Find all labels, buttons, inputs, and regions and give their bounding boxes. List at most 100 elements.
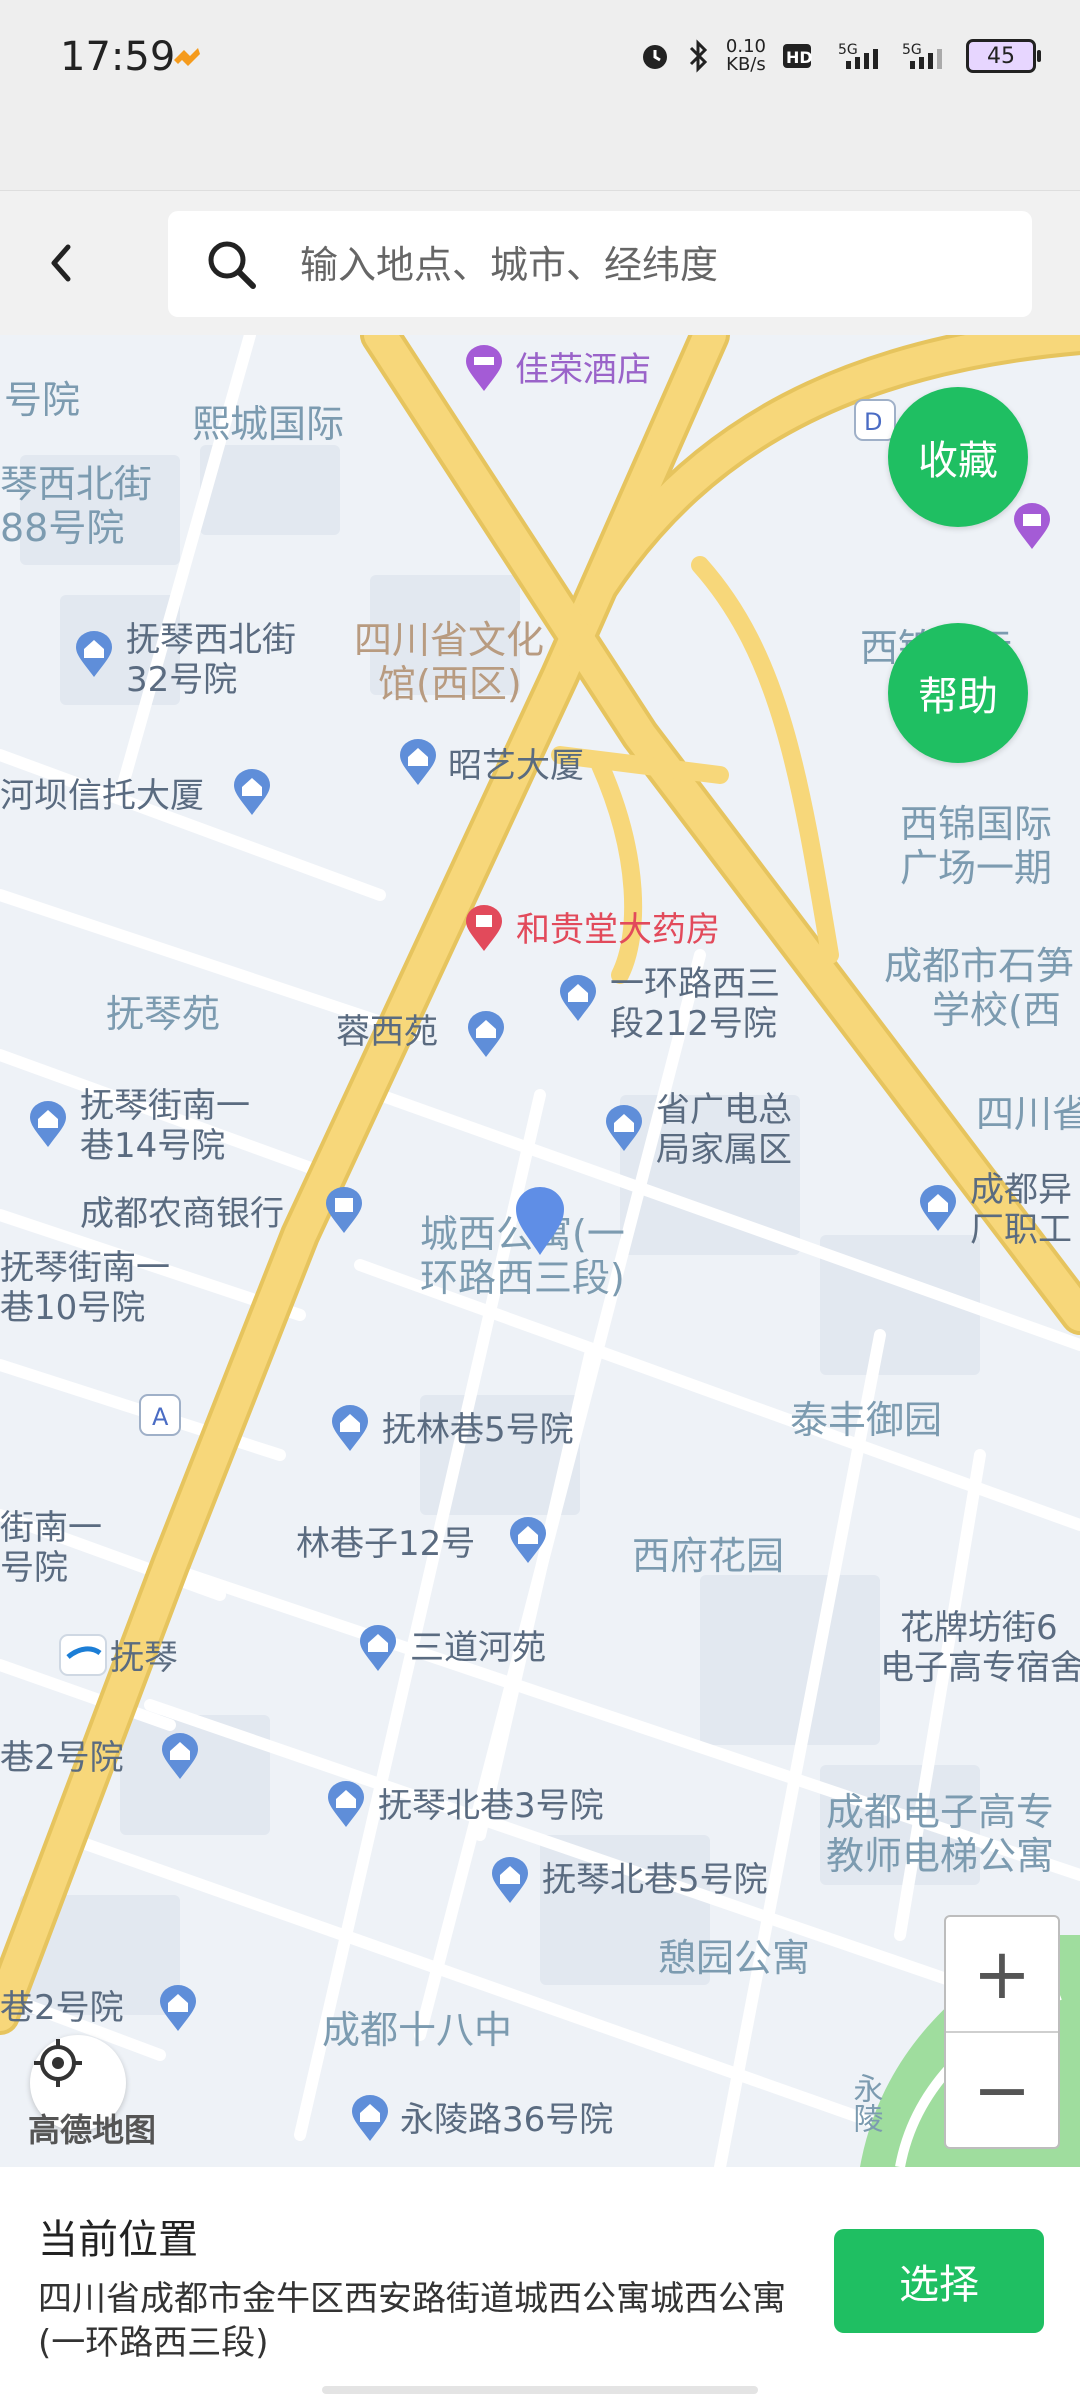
map-label: 号院 [4,378,81,422]
map-label: 琴西北街 [0,462,153,506]
header [0,190,1080,336]
map-label: 永陵 [847,2073,883,2133]
map-label: 西锦国际 [900,802,1053,846]
map-label: 段212号院 [610,1004,777,1044]
map-label: 花牌坊街6 [900,1608,1058,1648]
bluetooth-icon [689,39,708,73]
search-icon [208,241,256,289]
residence-poi-icon [510,1517,546,1563]
map-label: 成都农商银行 [80,1194,284,1234]
map-label: 教师电梯公寓 [826,1834,1055,1878]
map-provider-logo: 高德地图 [28,2111,157,2149]
map-label: 电子高专宿舍 [880,1648,1080,1688]
bank-poi-icon [326,1187,362,1233]
location-pin-icon [516,1187,564,1255]
svg-text:5G: 5G [902,42,922,58]
app-notification-icon [174,48,200,66]
choose-button[interactable]: 选择 [834,2229,1044,2333]
alarm-icon [642,45,667,69]
net-speed: 0.10 KB/s [725,36,766,75]
map-label: 蓉西苑 [336,1012,438,1052]
zoom-control: + − [944,1915,1060,2149]
residence-poi-icon [920,1185,956,1231]
pharmacy-poi-icon [466,905,502,951]
map-label: 成都异 [970,1170,1072,1210]
map-label: 成都电子高专 [826,1790,1055,1834]
current-location-panel: 当前位置 四川省成都市金牛区西安路街道城西公寓城西公寓(一环路西三段) 选择 [0,2167,1080,2400]
home-indicator [322,2386,758,2394]
map-label: 号院 [0,1548,68,1588]
residence-poi-icon [606,1105,642,1151]
map-label: 学校(西 [932,988,1061,1032]
map-view[interactable]: A D 佳荣酒店 号院 熙城国际 琴西北街 88号院 抚琴西北街 32号院 四川… [0,335,1080,2167]
map-label: 巷14号院 [80,1126,226,1166]
residence-poi-icon [560,975,596,1021]
residence-poi-icon [30,1101,66,1147]
map-label: 和贵堂大药房 [516,910,720,950]
map-label: 局家属区 [656,1130,792,1170]
back-button[interactable] [40,233,80,293]
search-input[interactable] [298,231,1002,299]
map-label: 巷2号院 [0,1738,124,1778]
signal-5g-icon: 5G [838,42,878,69]
zoom-out-button[interactable]: − [946,2033,1058,2147]
map-label: 抚林巷5号院 [382,1410,574,1450]
current-location-title: 当前位置 [38,2217,198,2263]
map-label: 成都市石笋 [884,944,1075,988]
map-label: 环路西三段) [420,1256,625,1300]
map-label: 四川省文化 [354,618,545,662]
svg-text:A: A [152,1403,169,1431]
map-label: 抚琴街南一 [0,1248,170,1288]
map-label: 馆(西区) [378,662,522,706]
map-label: 抚琴北巷5号院 [542,1860,768,1900]
map-label: 省广电总 [656,1090,792,1130]
residence-poi-icon [160,1985,196,2031]
map-label: 一环路西三 [610,964,780,1004]
map-label: 88号院 [0,506,125,550]
building-poi-icon [234,769,270,815]
help-button[interactable]: 帮助 [888,623,1028,763]
map-label: 抚琴北巷3号院 [378,1786,604,1826]
hotel-poi-icon [466,345,502,391]
signal-5g-icon-2: 5G [902,42,942,69]
map-label: 巷10号院 [0,1288,146,1328]
zoom-in-button[interactable]: + [946,1917,1058,2031]
svg-text:HD: HD [786,48,813,67]
map-label: 广场一期 [900,846,1053,890]
favorite-button[interactable]: 收藏 [888,387,1028,527]
search-box[interactable] [168,211,1032,317]
current-location-address: 四川省成都市金牛区西安路街道城西公寓城西公寓(一环路西三段) [38,2279,786,2364]
map-label: 街南一 [0,1508,102,1548]
map-label: 河坝信托大厦 [0,776,204,816]
map-label: 厂职工 [970,1210,1072,1250]
status-bar: 17:59 0.10 KB/s HD 5G 5G 45 [0,0,1080,120]
map-label: 成都十八中 [322,2008,513,2052]
map-label: 佳荣酒店 [515,350,651,390]
svg-text:5G: 5G [838,42,858,58]
map-label: 四川省 [976,1092,1080,1136]
residence-poi-icon [332,1405,368,1451]
map-label: 泰丰御园 [790,1398,943,1442]
map-label: 三道河苑 [410,1628,546,1668]
map-label: 永陵路36号院 [400,2100,614,2140]
map-label: 昭艺大厦 [448,746,584,786]
map-label: 抚琴街南一 [80,1086,250,1126]
map-label: 抚琴西北街 [126,620,296,660]
battery-icon: 45 [966,39,1041,73]
locate-icon [34,2039,82,2087]
svg-text:D: D [864,408,882,436]
residence-poi-icon [76,631,112,677]
hd-icon: HD [783,44,813,68]
residence-poi-icon [162,1733,198,1779]
map-label: 抚琴苑 [106,992,221,1036]
residence-poi-icon [360,1625,396,1671]
status-time: 17:59 [60,34,176,80]
residence-poi-icon [468,1011,504,1057]
map-label: 憩园公寓 [658,1936,811,1980]
map-label: 巷2号院 [0,1988,124,2028]
residence-poi-icon [352,2095,388,2141]
building-poi-icon [400,739,436,785]
map-label: 西府花园 [632,1534,785,1578]
status-icons: 0.10 KB/s HD 5G 5G 45 [638,36,1041,75]
map-label: 熙城国际 [192,402,345,446]
